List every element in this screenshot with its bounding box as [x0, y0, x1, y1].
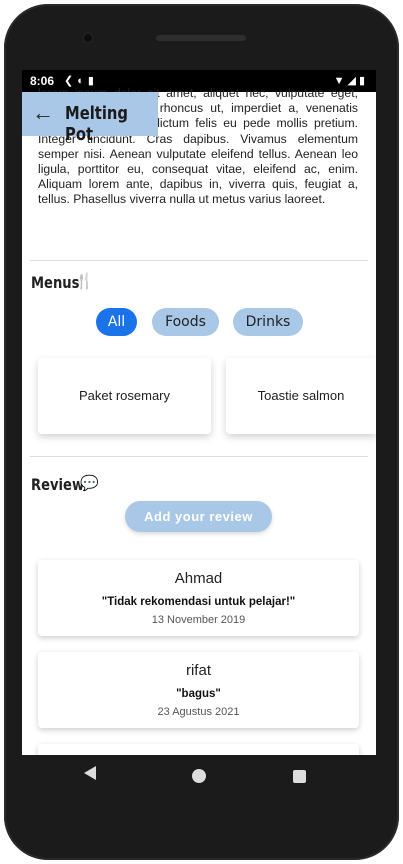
filter-chip-all[interactable]: All — [96, 308, 137, 336]
review-card-partial — [38, 744, 359, 755]
nav-recents-icon[interactable] — [293, 770, 306, 783]
menu-card-paket-rosemary[interactable]: Paket rosemary — [38, 358, 211, 434]
review-comment: "bagus" — [176, 688, 221, 700]
app-bar: ← Melting Pot — [22, 92, 158, 145]
app-title: Melting Pot — [65, 103, 128, 145]
review-date: 13 November 2019 — [151, 614, 246, 626]
review-card: rifat "bagus" 23 Agustus 2021 — [38, 652, 359, 728]
filter-chip-drinks[interactable]: Drinks — [233, 308, 303, 336]
review-card: Ahmad "Tidak rekomendasi untuk pelajar!"… — [38, 560, 359, 636]
food-bank-icon: 🍴 — [75, 273, 94, 290]
review-date: 23 Agustus 2021 — [157, 706, 240, 718]
nav-back-icon[interactable] — [84, 766, 96, 780]
divider — [30, 456, 368, 457]
earpiece-speaker — [156, 35, 246, 41]
reviewer-name: rifat — [185, 662, 211, 679]
add-comment-icon: 💬 — [80, 475, 99, 492]
nav-home-icon[interactable] — [192, 769, 206, 783]
divider — [30, 260, 368, 261]
review-title: Review — [31, 475, 85, 494]
menus-title: Menus — [31, 273, 80, 292]
app-screen: 8:06 ❮◐▮ ▼◢▮ ← Melting Pot lorem ipsum d… — [22, 70, 376, 755]
battery-icon: ▮ — [358, 75, 368, 87]
add-review-button[interactable]: Add your review — [125, 501, 272, 532]
device-background: 8:06 ❮◐▮ ▼◢▮ ← Melting Pot lorem ipsum d… — [0, 0, 403, 864]
arrow-left-icon[interactable]: ← — [32, 100, 54, 126]
review-comment: "Tidak rekomendasi untuk pelajar!" — [101, 596, 296, 608]
filter-chip-foods[interactable]: Foods — [152, 308, 219, 336]
system-nav-bar — [22, 755, 376, 799]
front-camera — [82, 32, 94, 44]
menu-card-toastie-salmon[interactable]: Toastie salmon — [226, 358, 376, 434]
reviewer-name: Ahmad — [174, 570, 223, 587]
